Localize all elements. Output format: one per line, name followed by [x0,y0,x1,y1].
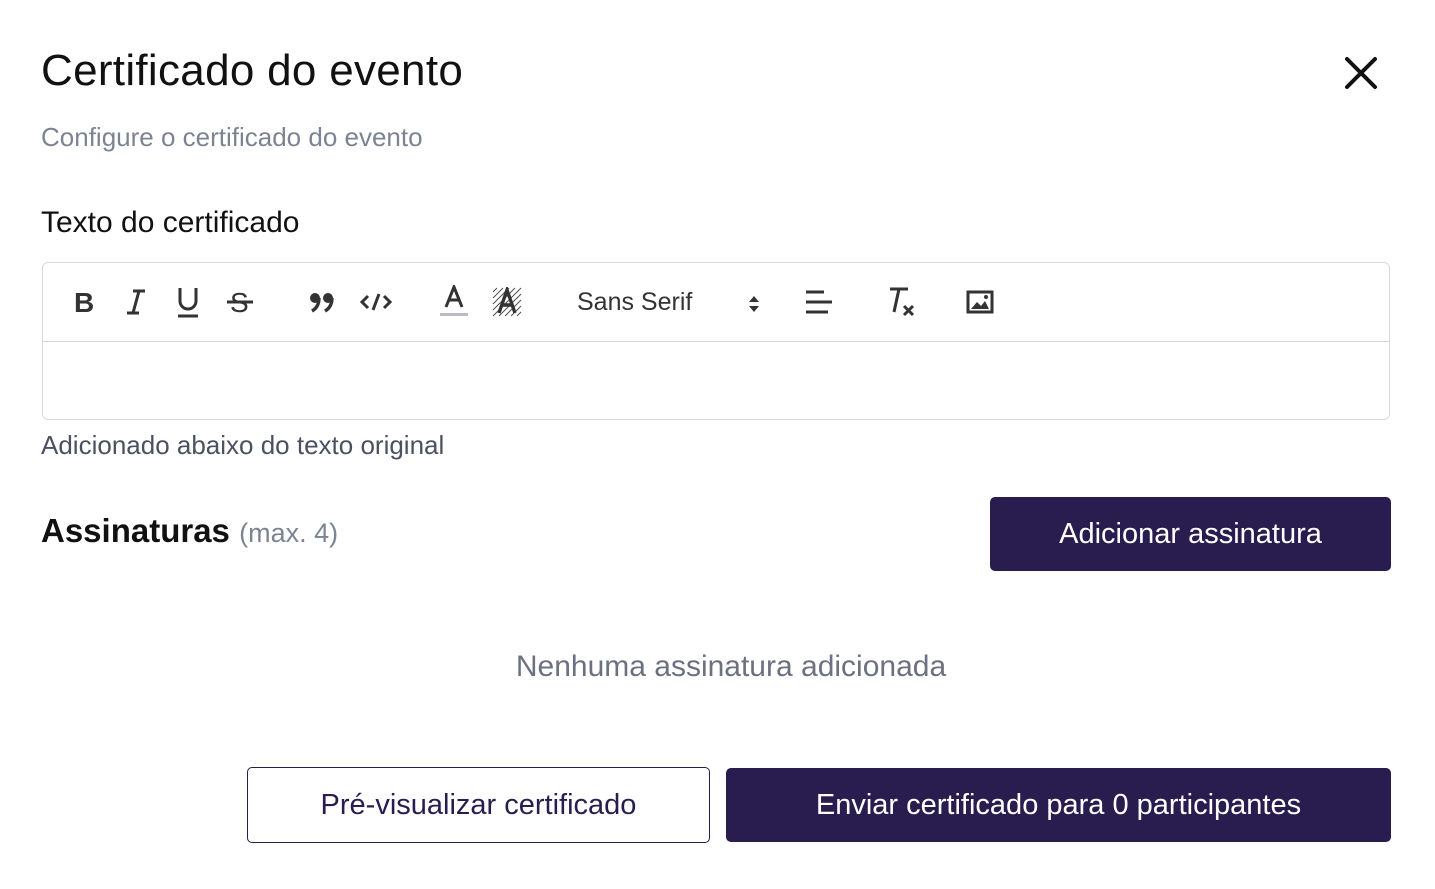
text-color-icon[interactable] [439,285,469,319]
certificate-modal: Certificado do evento Configure o certif… [0,0,1435,889]
underline-icon[interactable] [173,285,203,319]
modal-subtitle: Configure o certificado do evento [41,122,423,152]
certificate-text-input[interactable] [43,342,1389,419]
svg-text:B: B [74,287,94,317]
add-signature-button[interactable]: Adicionar assinatura [990,497,1391,571]
strike-icon[interactable]: S [225,285,255,319]
editor-toolbar: B S Sans Serif [43,263,1389,342]
certificate-text-label: Texto do certificado [41,206,300,239]
bold-icon[interactable]: B [69,285,99,319]
signatures-heading: Assinaturas (max. 4) [41,512,338,550]
font-family-select[interactable]: Sans Serif [577,283,761,321]
certificate-text-helper: Adicionado abaixo do texto original [41,430,445,460]
close-icon[interactable] [1338,50,1384,96]
signatures-title: Assinaturas [41,512,230,549]
font-family-value: Sans Serif [577,287,693,316]
image-icon[interactable] [964,285,996,319]
signatures-max-label: (max. 4) [239,518,339,548]
modal-title: Certificado do evento [41,46,464,95]
select-arrows-icon [747,293,761,320]
rich-text-editor: B S Sans Serif [42,262,1390,420]
signatures-empty-message: Nenhuma assinatura adicionada [515,650,947,683]
send-certificate-button[interactable]: Enviar certificado para 0 participantes [726,768,1391,842]
code-block-icon[interactable] [359,285,393,319]
blockquote-icon[interactable] [307,285,337,319]
italic-icon[interactable] [121,285,151,319]
clear-format-icon[interactable] [885,285,917,319]
preview-certificate-button[interactable]: Pré-visualizar certificado [247,767,710,843]
background-color-icon[interactable] [492,285,522,319]
align-icon[interactable] [803,285,835,319]
